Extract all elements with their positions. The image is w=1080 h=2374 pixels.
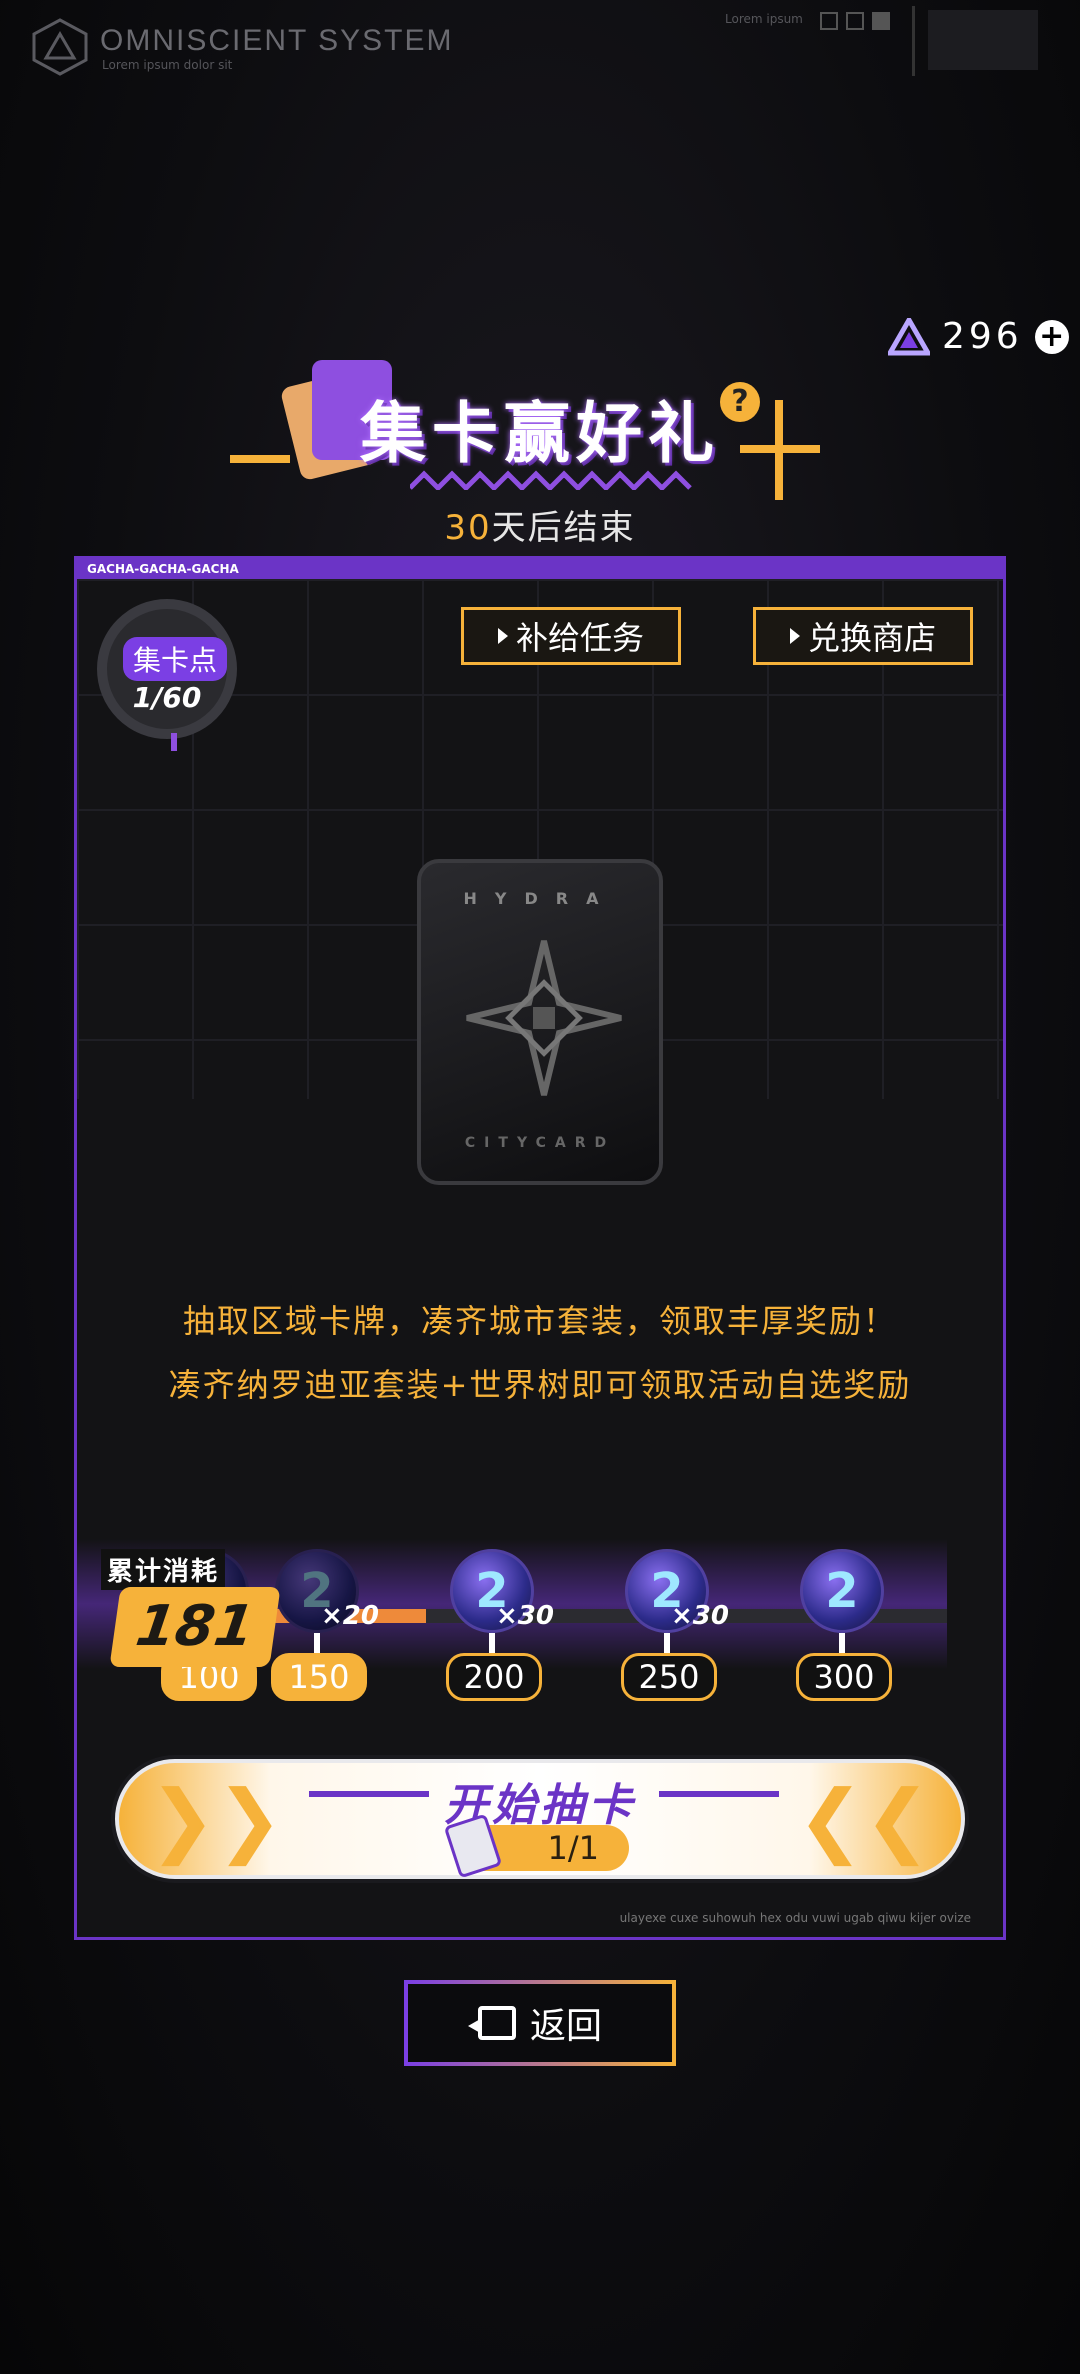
- card-points-progress: [171, 733, 177, 751]
- exchange-shop-label: 兑换商店: [807, 619, 936, 657]
- description-line: 抽取区域卡牌，凑齐城市套装，领取丰厚奖励！: [182, 1302, 897, 1340]
- start-draw-label: 开始抽卡: [444, 1780, 636, 1831]
- card-type: CITYCARD: [464, 1135, 616, 1151]
- gacha-panel: GACHA-GACHA-GACHA 集卡点 1/60 补给任务 兑换商店 HYD…: [74, 556, 1006, 1940]
- system-title: OMNISCIENT SYSTEM: [100, 24, 454, 57]
- event-countdown: 30天后结束: [220, 500, 860, 549]
- milestone-stem: [314, 1633, 320, 1653]
- divider: [912, 6, 915, 76]
- milestone-threshold: 250: [621, 1653, 717, 1701]
- milestone-stem: [664, 1633, 670, 1653]
- card-emblem-icon: [466, 940, 622, 1096]
- milestone-threshold: 150: [271, 1653, 367, 1701]
- title-decor-cross: [740, 445, 820, 453]
- milestone-stem: [489, 1633, 495, 1653]
- title-decor-line: [230, 455, 290, 463]
- window-controls: [820, 12, 890, 30]
- exchange-shop-button[interactable]: 兑换商店: [753, 607, 973, 665]
- reward-multiplier: ×30: [496, 1601, 554, 1631]
- omniscient-logo-icon: [32, 18, 88, 76]
- restore-icon[interactable]: [846, 12, 864, 30]
- help-icon[interactable]: ?: [720, 382, 760, 422]
- back-button[interactable]: 返回: [404, 1980, 676, 2066]
- crystal-currency-icon: [888, 317, 930, 355]
- days-left: 30: [444, 508, 492, 548]
- panel-header: GACHA-GACHA-GACHA: [77, 559, 1003, 579]
- play-arrow-icon: [497, 628, 508, 644]
- card-points-meter: 集卡点 1/60: [97, 599, 237, 751]
- back-label: 返回: [529, 2006, 602, 2047]
- total-spent: 累计消耗 181: [101, 1549, 281, 1669]
- event-description: 抽取区域卡牌，凑齐城市套装，领取丰厚奖励！ 凑齐纳罗迪亚套装+世界树即可领取活动…: [77, 1289, 1003, 1417]
- panel-footnote: ulayexe cuxe suhowuh hex odu vuwi ugab q…: [619, 1911, 971, 1925]
- city-card[interactable]: HYDRA CITYCARD: [417, 859, 663, 1185]
- milestone-node[interactable]: 2 300: [796, 1549, 892, 1701]
- total-spent-value: 181: [109, 1587, 281, 1667]
- card-points-value: 1/60: [132, 681, 202, 714]
- minimize-icon[interactable]: [820, 12, 838, 30]
- milestone-stem: [839, 1633, 845, 1653]
- system-subtitle: Lorem ipsum dolor sit: [102, 58, 233, 72]
- draw-cost-badge: 1/1: [443, 1813, 629, 1879]
- reward-orb-icon: 2: [800, 1549, 884, 1633]
- milestone-threshold: 200: [446, 1653, 542, 1701]
- card-points-label: 集卡点: [123, 637, 227, 681]
- milestone-threshold: 300: [796, 1653, 892, 1701]
- play-arrow-icon: [789, 628, 800, 644]
- event-title: 集卡赢好礼: [360, 395, 720, 472]
- draw-cost-value: 1/1: [547, 1829, 600, 1867]
- milestone-node[interactable]: 2 ×20 150: [271, 1549, 379, 1701]
- total-spent-label: 累计消耗: [101, 1549, 226, 1590]
- close-icon[interactable]: [872, 12, 890, 30]
- supply-tasks-button[interactable]: 补给任务: [461, 607, 681, 665]
- reward-multiplier: ×30: [671, 1601, 729, 1631]
- currency-display: 296 +: [888, 316, 1069, 357]
- corner-text: Lorem ipsum: [725, 12, 803, 26]
- currency-amount: 296: [942, 316, 1023, 357]
- countdown-suffix: 天后结束: [491, 508, 636, 548]
- track-edge-mask: [947, 1539, 1003, 1709]
- add-currency-button[interactable]: +: [1034, 319, 1069, 354]
- top-bar: OMNISCIENT SYSTEM Lorem ipsum dolor sit …: [0, 0, 1080, 90]
- start-draw-button[interactable]: ❯❯ ❮❮ 开始抽卡 1/1: [115, 1759, 965, 1879]
- description-line: 凑齐纳罗迪亚套装+世界树即可领取活动自选奖励: [168, 1366, 912, 1404]
- profile-badge: [928, 10, 1038, 70]
- title-zigzag-decor: [410, 470, 692, 490]
- reward-multiplier: ×20: [321, 1601, 379, 1631]
- card-brand: HYDRA: [463, 889, 617, 908]
- milestone-node[interactable]: 2 ×30 200: [446, 1549, 554, 1701]
- supply-tasks-label: 补给任务: [515, 619, 644, 657]
- milestone-node[interactable]: 2 ×30 250: [621, 1549, 729, 1701]
- back-arrow-icon: [467, 2006, 516, 2040]
